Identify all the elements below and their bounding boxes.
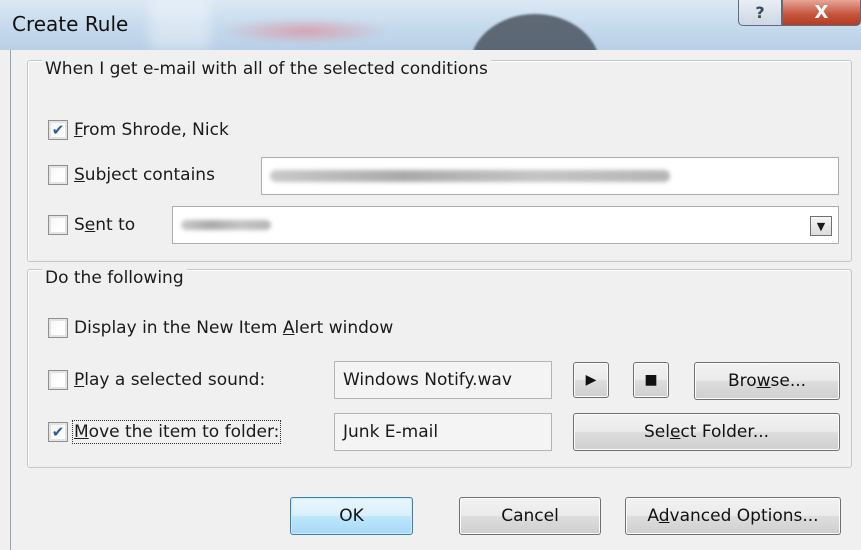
sent-to-dropdown-button[interactable]: ▼ (810, 216, 832, 236)
condition-from-row[interactable]: From Shrode, Nick (48, 120, 229, 140)
condition-subject-row[interactable]: Subject contains (48, 165, 215, 185)
subject-input[interactable] (261, 157, 839, 195)
conditions-group: When I get e-mail with all of the select… (27, 59, 852, 262)
chevron-down-icon: ▼ (816, 219, 826, 233)
play-sound-button[interactable]: ▶ (573, 362, 609, 398)
from-checkbox[interactable] (48, 120, 68, 140)
redacted-recipient (181, 220, 271, 230)
background-shape (470, 14, 600, 50)
folder-field[interactable]: Junk E-mail (334, 413, 552, 451)
help-icon: ? (755, 3, 765, 22)
actions-group-label: Do the following (42, 268, 187, 288)
conditions-group-label: When I get e-mail with all of the select… (42, 59, 491, 79)
sound-file-value: Windows Notify.wav (343, 370, 512, 390)
condition-sent-to-row[interactable]: Sent to (48, 215, 135, 235)
folder-value: Junk E-mail (343, 422, 439, 442)
browse-button[interactable]: Browse... (694, 362, 840, 400)
stop-sound-button[interactable]: ■ (633, 362, 669, 398)
dialog-body: When I get e-mail with all of the select… (10, 50, 861, 550)
stop-icon: ■ (644, 372, 658, 388)
sent-to-combobox[interactable]: ▼ (172, 206, 839, 244)
close-icon: X (814, 2, 829, 23)
cancel-label: Cancel (501, 506, 559, 526)
select-folder-button[interactable]: Select Folder... (573, 413, 840, 451)
advanced-options-label: Advanced Options... (647, 506, 819, 526)
ok-button[interactable]: OK (290, 497, 413, 535)
subject-label: Subject contains (74, 165, 215, 185)
browse-label: Browse... (727, 371, 807, 391)
cancel-button[interactable]: Cancel (459, 497, 601, 535)
subject-checkbox[interactable] (48, 165, 68, 185)
action-alert-row[interactable]: Display in the New Item Alert window (48, 318, 393, 338)
window-title: Create Rule (12, 12, 129, 36)
close-button[interactable]: X (782, 0, 861, 26)
title-bar: Create Rule ? X (0, 0, 861, 50)
sent-to-label: Sent to (74, 215, 136, 235)
sound-label: Play a selected sound: (74, 370, 266, 390)
sound-checkbox[interactable] (48, 370, 68, 390)
redacted-subject (270, 170, 670, 182)
ok-label: OK (339, 506, 364, 526)
sent-to-checkbox[interactable] (48, 215, 68, 235)
play-icon: ▶ (585, 372, 597, 388)
action-sound-row[interactable]: Play a selected sound: (48, 370, 265, 390)
move-checkbox[interactable] (48, 422, 68, 442)
alert-label: Display in the New Item Alert window (74, 318, 394, 338)
help-button[interactable]: ? (738, 0, 782, 26)
from-label: From Shrode, Nick (74, 120, 229, 140)
background-blur (220, 18, 390, 44)
advanced-options-button[interactable]: Advanced Options... (625, 497, 841, 535)
move-label: Move the item to folder: (71, 420, 282, 444)
actions-group: Do the following Display in the New Item… (27, 268, 852, 468)
select-folder-label: Select Folder... (643, 422, 770, 442)
alert-checkbox[interactable] (48, 318, 68, 338)
title-bar-reflection (150, 0, 210, 50)
sound-file-field[interactable]: Windows Notify.wav (334, 361, 552, 399)
action-move-row[interactable]: Move the item to folder: (48, 420, 282, 444)
